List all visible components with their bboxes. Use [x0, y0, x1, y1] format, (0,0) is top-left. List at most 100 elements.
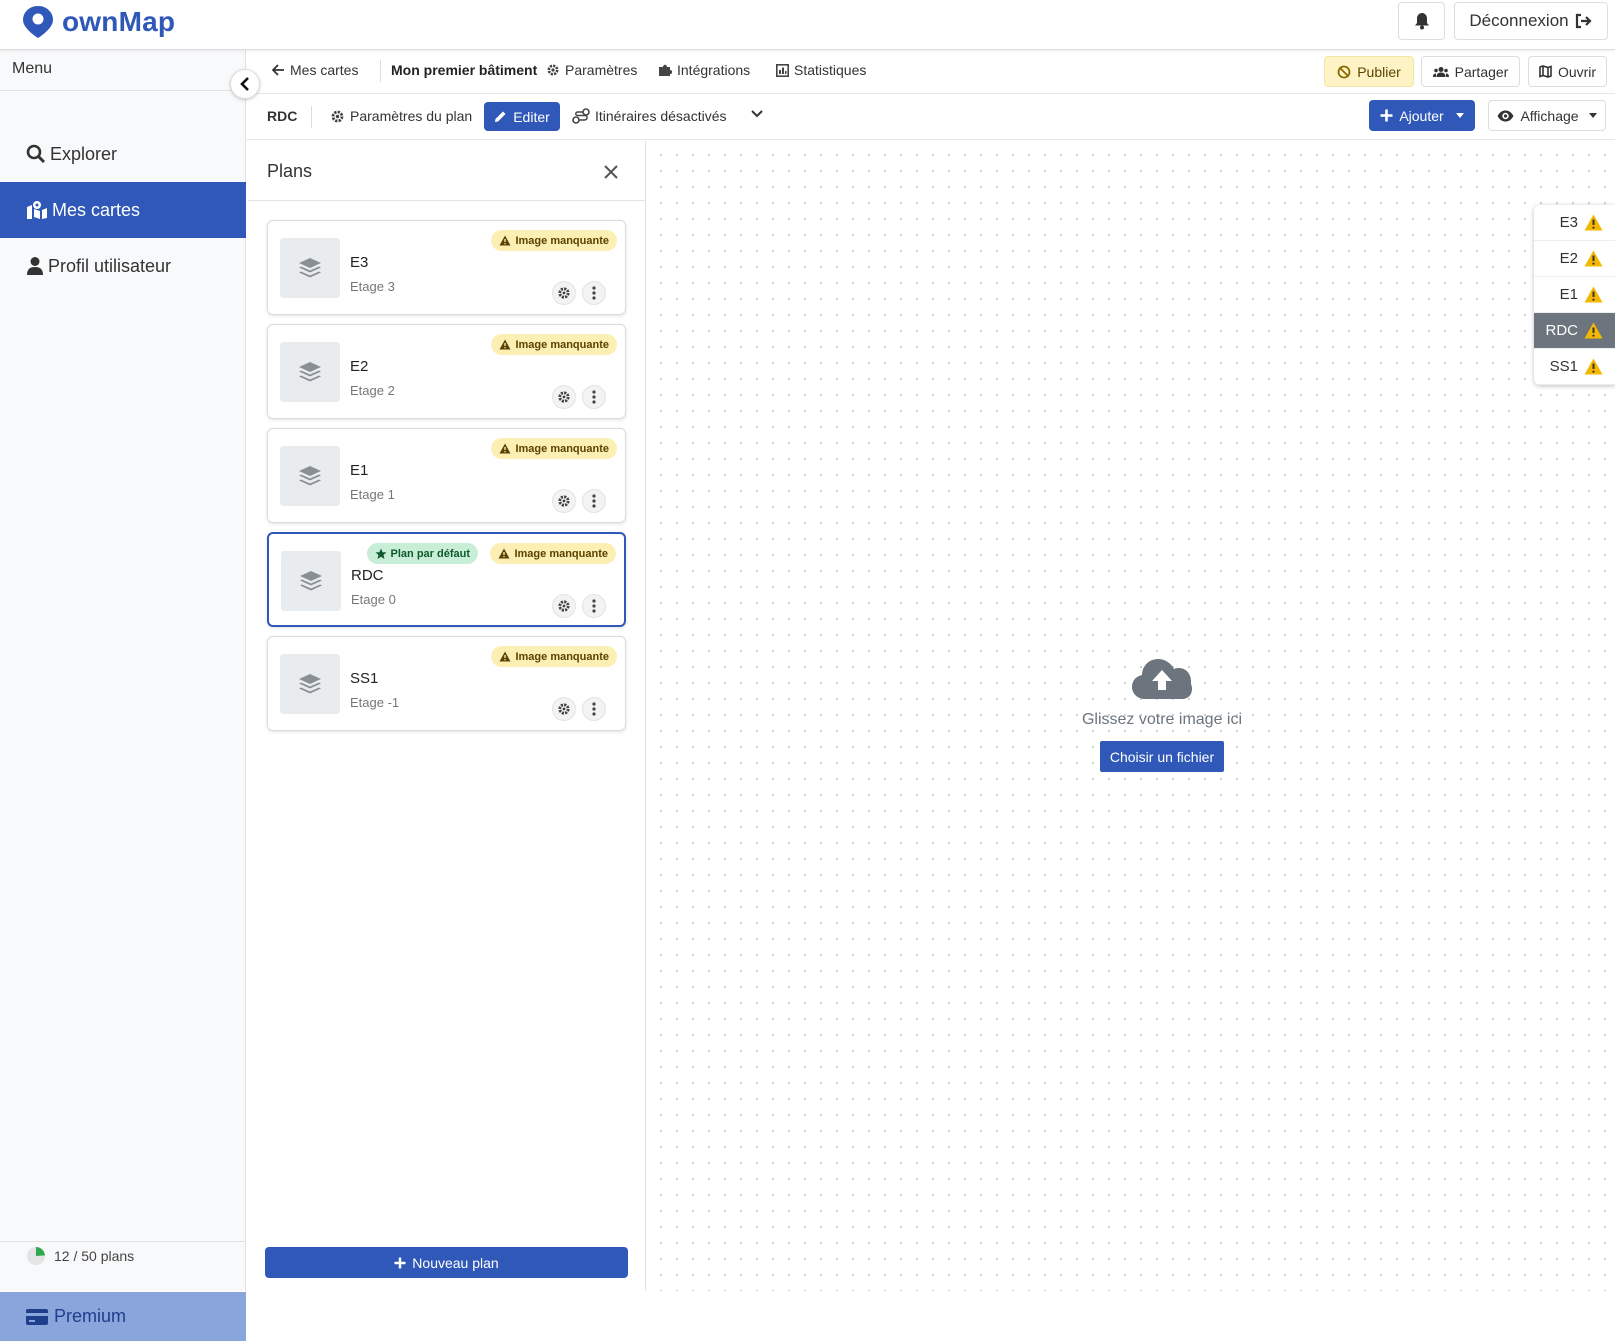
statistics-label: Statistiques [794, 62, 867, 78]
map-icon [1539, 65, 1552, 78]
users-icon [1432, 66, 1449, 77]
plan-more-button[interactable] [582, 697, 606, 721]
map-title[interactable]: Mon premier bâtiment [391, 62, 537, 78]
back-to-maps-link[interactable]: Mes cartes [272, 62, 358, 78]
plan-more-button[interactable] [582, 281, 606, 305]
chart-bar-icon [776, 63, 789, 77]
layers-icon [300, 571, 322, 591]
add-label: Ajouter [1399, 107, 1444, 124]
plan-settings-button[interactable]: Paramètres du plan [330, 108, 472, 124]
statistics-link[interactable]: Statistiques [776, 62, 866, 78]
map-canvas[interactable]: Glissez votre image ici Choisir un fichi… [647, 141, 1615, 1291]
credit-card-icon [26, 1308, 48, 1325]
plan-more-button[interactable] [582, 489, 606, 513]
logout-label: Déconnexion [1469, 11, 1569, 30]
gear-icon [558, 600, 570, 612]
menu-title: Menu [12, 60, 53, 77]
sidebar-item-mes-cartes[interactable]: Mes cartes [0, 182, 246, 238]
integrations-link[interactable]: Intégrations [658, 62, 750, 78]
missing-image-badge: Image manquante [491, 646, 617, 667]
plan-more-button[interactable] [582, 385, 606, 409]
plan-more-button[interactable] [582, 594, 606, 618]
sidebar-item-label: Profil utilisateur [48, 255, 172, 276]
toolbar-more-dropdown[interactable] [751, 110, 763, 118]
add-dropdown-button[interactable]: Ajouter [1369, 100, 1475, 131]
plan-card-e2[interactable]: Image manquante E2 Etage 2 [267, 324, 626, 419]
image-dropzone[interactable]: Glissez votre image ici Choisir un fichi… [1062, 656, 1262, 772]
premium-button[interactable]: Premium [0, 1292, 246, 1341]
level-label: RDC [1545, 322, 1579, 339]
plan-thumbnail [280, 446, 340, 506]
level-item-ss1[interactable]: SS1 [1534, 349, 1615, 385]
plan-card-e3[interactable]: Image manquante E3 Etage 3 [267, 220, 626, 315]
plan-name: RDC [351, 567, 384, 584]
level-item-rdc[interactable]: RDC [1534, 313, 1615, 349]
gear-icon [558, 703, 570, 715]
routes-label: Itinéraires désactivés [595, 108, 727, 124]
plan-settings-icon-button[interactable] [552, 489, 576, 513]
gear-icon [558, 391, 570, 403]
map-toolbar: Mes cartes Mon premier bâtiment Paramètr… [246, 50, 1615, 94]
puzzle-icon [659, 64, 672, 76]
gear-icon [558, 287, 570, 299]
sidebar-item-profil[interactable]: Profil utilisateur [0, 238, 246, 294]
display-label: Affichage [1520, 107, 1579, 124]
settings-link[interactable]: Paramètres [546, 62, 637, 78]
user-icon [27, 257, 43, 275]
sidebar-item-label: Explorer [50, 143, 118, 164]
default-plan-label: Plan par défaut [390, 547, 470, 560]
plan-card-ss1[interactable]: Image manquante SS1 Etage -1 [267, 636, 626, 731]
routes-toggle[interactable]: Itinéraires désactivés [572, 108, 727, 124]
search-icon [26, 144, 46, 164]
level-label: SS1 [1549, 358, 1578, 375]
close-icon[interactable] [602, 163, 620, 181]
display-dropdown-button[interactable]: Affichage [1488, 100, 1606, 131]
sidebar-item-explorer[interactable]: Explorer [0, 126, 246, 182]
app-logo[interactable]: ownMap [20, 4, 175, 40]
missing-image-label: Image manquante [515, 650, 609, 663]
plan-name: E1 [350, 462, 369, 479]
plan-toolbar: RDC Paramètres du plan Editer Itinéraire… [246, 94, 1615, 140]
plan-floor: Etage 3 [350, 279, 395, 294]
open-button[interactable]: Ouvrir [1528, 56, 1607, 87]
sidebar: Menu Explorer Mes cartes Profil utilisat… [0, 50, 246, 1341]
plan-card-e1[interactable]: Image manquante E1 Etage 1 [267, 428, 626, 523]
chevron-down-icon [751, 110, 763, 118]
plans-panel: Plans Image manquante E3 Etage 3 Image m… [248, 141, 646, 1291]
plus-icon [1380, 109, 1393, 122]
level-switcher: E3 E2 E1 RDC SS1 [1534, 205, 1615, 385]
missing-image-badge: Image manquante [490, 543, 616, 564]
notifications-button[interactable] [1398, 2, 1445, 40]
plus-icon [394, 1256, 406, 1269]
caret-down-icon [1588, 113, 1597, 118]
warning-icon [1584, 286, 1603, 303]
choose-file-button[interactable]: Choisir un fichier [1099, 741, 1225, 772]
level-label: E3 [1559, 214, 1578, 231]
level-item-e3[interactable]: E3 [1534, 205, 1615, 241]
level-item-e1[interactable]: E1 [1534, 277, 1615, 313]
gear-icon [558, 495, 570, 507]
new-plan-button[interactable]: Nouveau plan [265, 1247, 628, 1278]
layers-icon [299, 362, 321, 382]
missing-image-label: Image manquante [515, 234, 609, 247]
more-vertical-icon [592, 390, 596, 404]
collapse-sidebar-button[interactable] [230, 69, 260, 99]
publish-button[interactable]: Publier [1324, 56, 1414, 87]
plan-card-rdc[interactable]: Plan par défaut Image manquante RDC Etag… [267, 532, 626, 627]
star-icon [375, 548, 387, 559]
level-item-e2[interactable]: E2 [1534, 241, 1615, 277]
plan-settings-icon-button[interactable] [552, 594, 576, 618]
edit-button[interactable]: Editer [484, 102, 560, 131]
plan-settings-icon-button[interactable] [552, 385, 576, 409]
plan-settings-icon-button[interactable] [552, 281, 576, 305]
no-signal-icon [1337, 65, 1351, 78]
more-vertical-icon [592, 702, 596, 716]
open-label: Ouvrir [1557, 63, 1597, 80]
plan-settings-icon-button[interactable] [552, 697, 576, 721]
gear-icon [547, 64, 559, 76]
sign-out-icon [1575, 13, 1592, 29]
back-label: Mes cartes [290, 62, 359, 78]
share-button[interactable]: Partager [1421, 56, 1520, 87]
warning-icon [1584, 322, 1603, 339]
logout-button[interactable]: Déconnexion [1454, 2, 1608, 40]
